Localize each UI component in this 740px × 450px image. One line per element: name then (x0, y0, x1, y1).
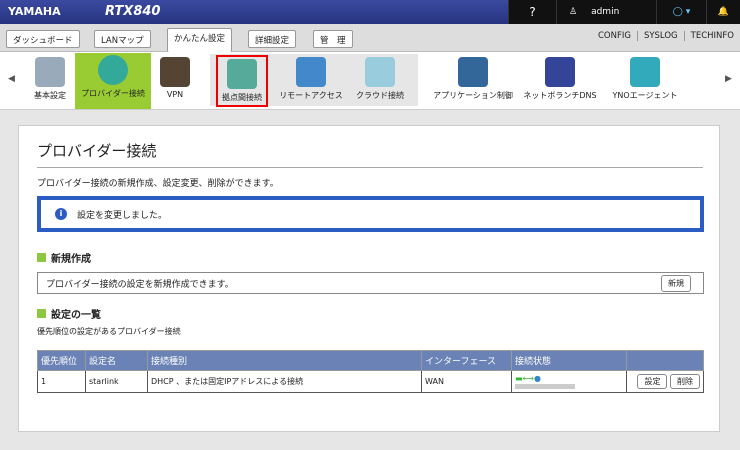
col-status: 接続状態 (511, 350, 627, 371)
link-syslog[interactable]: SYSLOG (636, 31, 678, 41)
list-section-text: 優先順位の設定があるプロバイダー接続 (37, 327, 181, 336)
tab-lan-map[interactable]: LANマップ (94, 30, 151, 48)
menu-basic[interactable]: 基本設定 (30, 55, 70, 105)
cell-name: starlink (85, 370, 148, 393)
delete-button[interactable]: 削除 (670, 374, 700, 389)
menu-vpn[interactable]: VPN (155, 55, 195, 105)
user-name: admin (591, 7, 620, 17)
scroll-right-arrow[interactable]: ▶ (725, 74, 732, 84)
user-menu[interactable]: ♙ admin (556, 0, 656, 24)
yamaha-logo: YAMAHA (8, 5, 61, 18)
tools-icon (35, 57, 65, 87)
lock-icon (160, 57, 190, 87)
globe-icon (98, 55, 128, 85)
new-section-text: プロバイダー接続の設定を新規作成できます。 (46, 279, 234, 290)
cell-type: DHCP 、または固定IPアドレスによる接続 (147, 370, 422, 393)
page-description: プロバイダー接続の新規作成、設定変更、削除ができます。 (37, 179, 279, 189)
cloud-icon (365, 57, 395, 87)
link-techinfo[interactable]: TECHINFO (683, 31, 734, 41)
menu-app-control[interactable]: アプリケーション制御 (428, 55, 518, 105)
user-icon: ♙ (569, 7, 578, 17)
new-section-heading: 新規作成 (37, 250, 91, 265)
bell-icon[interactable]: 🔔 (706, 0, 740, 24)
menu-remote-access[interactable]: リモートアクセス (277, 55, 345, 105)
info-icon: i (55, 208, 67, 220)
edit-button[interactable]: 設定 (637, 374, 668, 389)
page-title: プロバイダー接続 (37, 140, 703, 168)
new-section-box: プロバイダー接続の設定を新規作成できます。 新規 (37, 272, 704, 294)
connection-table: 優先順位 設定名 接続種別 インターフェース 接続状態 1 starlink D… (37, 350, 704, 393)
site-link-icon (227, 59, 257, 89)
status-dropdown[interactable]: ◯ ▾ (656, 0, 706, 24)
col-name: 設定名 (85, 350, 148, 371)
network-icon (630, 57, 660, 87)
col-actions (626, 350, 704, 371)
col-type: 接続種別 (147, 350, 422, 371)
tab-easy-setup[interactable]: かんたん設定 (167, 28, 233, 52)
dns-icon (545, 57, 575, 87)
list-section-heading: 設定の一覧 (37, 306, 101, 321)
tab-dashboard[interactable]: ダッシュボード (6, 30, 80, 48)
blurred-address (515, 384, 575, 389)
menu-netvolante-dns[interactable]: ネットボランチDNS (522, 55, 598, 105)
notice-text: 設定を変更しました。 (77, 210, 168, 221)
scroll-left-arrow[interactable]: ◀ (8, 74, 15, 84)
model-name: RTX840 (105, 4, 161, 19)
help-button[interactable]: ? (508, 0, 556, 24)
tab-advanced[interactable]: 詳細設定 (248, 30, 297, 48)
main-panel: プロバイダー接続 プロバイダー接続の新規作成、設定変更、削除ができます。 i 設定… (18, 125, 720, 432)
menu-provider[interactable]: プロバイダー接続 (75, 53, 151, 109)
link-config[interactable]: CONFIG (598, 31, 631, 41)
cell-priority: 1 (37, 370, 86, 393)
header: YAMAHA RTX840 ? ♙ admin ◯ ▾ 🔔 (0, 0, 740, 24)
status-circle-icon: ◯ ▾ (672, 7, 691, 17)
notice-box: i 設定を変更しました。 (37, 196, 704, 232)
cell-interface: WAN (421, 370, 512, 393)
menu-cloud[interactable]: クラウド接続 (352, 55, 408, 105)
tab-management[interactable]: 管 理 (313, 30, 353, 48)
app-control-icon (458, 57, 488, 87)
new-button[interactable]: 新規 (661, 274, 691, 292)
cell-status: ▬⟷● (511, 370, 627, 393)
menu-site-to-site[interactable]: 拠点間接続 (216, 55, 268, 107)
menu-yno-agent[interactable]: YNOエージェント (605, 55, 685, 105)
table-row: 1 starlink DHCP 、または固定IPアドレスによる接続 WAN ▬⟷… (37, 370, 704, 393)
col-interface: インターフェース (421, 350, 512, 371)
col-priority: 優先順位 (37, 350, 86, 371)
tab-bar: ダッシュボード LANマップ かんたん設定 詳細設定 管 理 CONFIG SY… (0, 24, 740, 52)
remote-icon (296, 57, 326, 87)
connection-status-icon: ▬⟷● (515, 374, 542, 383)
